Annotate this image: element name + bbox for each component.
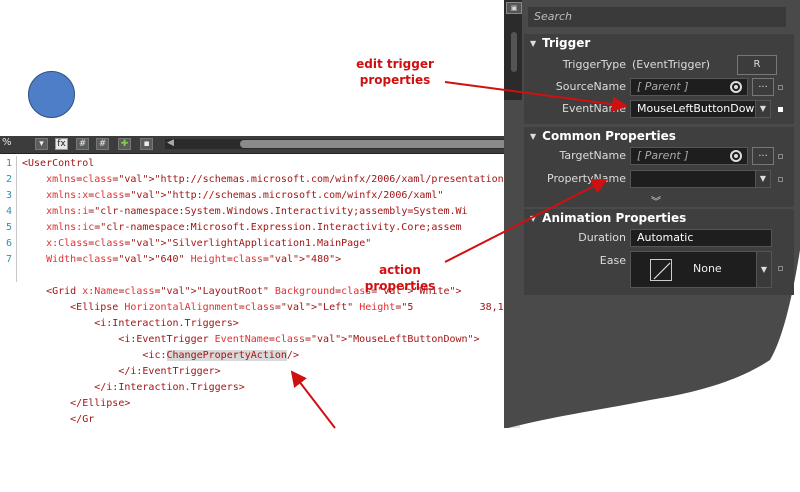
arrow-to-eventname bbox=[444, 81, 628, 113]
annotation-arrows bbox=[290, 81, 628, 429]
arrow-to-propertyname bbox=[444, 179, 608, 263]
arrow-to-changepropertyaction bbox=[290, 370, 336, 429]
